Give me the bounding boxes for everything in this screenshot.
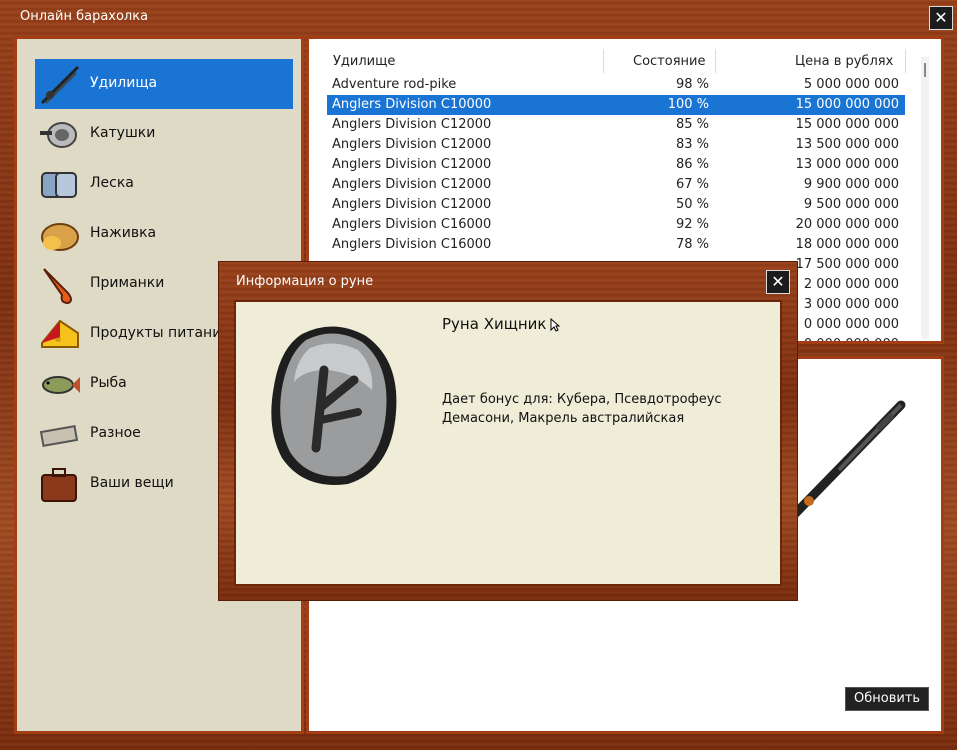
rune-info-dialog: Информация о руне ✕ Руна Хищник Дает бон… — [219, 262, 797, 600]
price-cell: 15 000 000 000 — [795, 97, 899, 112]
category-label: Удилища — [90, 75, 158, 91]
price-cell: 13 000 000 000 — [795, 157, 899, 172]
price-cell: 0 000 000 000 — [804, 337, 899, 341]
price-cell: 17 500 000 000 — [795, 257, 899, 272]
table-row[interactable]: Anglers Division C12000 67 % 9 900 000 000 — [327, 175, 905, 195]
price-cell: 18 000 000 000 — [795, 237, 899, 252]
table-row[interactable]: Anglers Division C12000 50 % 9 500 000 000 — [327, 195, 905, 215]
title-bar[interactable]: Онлайн барахолка ✕ — [0, 0, 957, 34]
condition-cell: 86 % — [675, 157, 709, 172]
condition-cell: 100 % — [667, 97, 709, 112]
dialog-body: Руна Хищник Дает бонус для: Кубера, Псев… — [234, 300, 782, 586]
close-button[interactable]: ✕ — [929, 6, 953, 30]
column-header-price[interactable]: Цена в рублях — [795, 54, 893, 69]
price-cell: 20 000 000 000 — [795, 217, 899, 232]
rune-bonus-text: Дает бонус для: Кубера, Псевдотрофеус Де… — [442, 392, 722, 426]
condition-cell: 67 % — [675, 177, 709, 192]
close-icon: ✕ — [934, 8, 948, 27]
dialog-title: Информация о руне — [236, 274, 374, 289]
rod-name-cell: Anglers Division C12000 — [332, 137, 492, 152]
category-label: Приманки — [90, 275, 165, 291]
table-row[interactable]: Anglers Division C10000 100 % 15 000 000 0… — [327, 95, 905, 115]
close-icon: ✕ — [771, 272, 785, 291]
rod-name-cell: Anglers Division C16000 — [332, 237, 492, 252]
cheese-icon — [41, 319, 79, 348]
table-row[interactable]: Anglers Division C16000 78 % 18 000 000 00… — [327, 235, 905, 255]
condition-cell: 85 % — [675, 117, 709, 132]
condition-cell: 92 % — [675, 217, 709, 232]
price-cell: 13 500 000 000 — [795, 137, 899, 152]
table-row[interactable]: Anglers Division C12000 86 % 13 000 000 00… — [327, 155, 905, 175]
category-label: Рыба — [90, 375, 127, 391]
price-cell: 15 000 000 000 — [795, 117, 899, 132]
category-reels[interactable]: Катушки — [35, 109, 293, 159]
category-label: Разное — [90, 425, 141, 441]
rod-name-cell: Anglers Division C16000 — [332, 217, 492, 232]
column-header-rod[interactable]: Удилище — [333, 54, 395, 69]
scrollbar-thumb[interactable] — [924, 63, 926, 77]
table-row[interactable]: Anglers Division C16000 92 % 20 000 000 00… — [327, 215, 905, 235]
table-row[interactable]: Anglers Division C12000 83 % 13 500 000 00… — [327, 135, 905, 155]
category-line[interactable]: Леска — [35, 159, 293, 209]
rod-name-cell: Anglers Division C12000 — [332, 117, 492, 132]
rune-name: Руна Хищник — [442, 315, 547, 333]
category-label: Ваши вещи — [90, 475, 174, 491]
scrollbar[interactable] — [921, 57, 929, 339]
market-window: Онлайн барахолка ✕ Удилища Катушки Леска… — [0, 0, 957, 750]
rod-name-cell: Anglers Division C12000 — [332, 197, 492, 212]
window-title: Онлайн барахолка — [20, 9, 149, 24]
condition-cell: 78 % — [675, 237, 709, 252]
briefcase-icon — [41, 468, 77, 502]
condition-cell: 50 % — [675, 197, 709, 212]
fish-icon — [42, 376, 80, 394]
dialog-close-button[interactable]: ✕ — [766, 270, 790, 294]
misc-icon — [39, 424, 79, 448]
fishing-line-icon — [41, 172, 77, 198]
price-cell: 3 000 000 000 — [803, 297, 899, 312]
category-label: Продукты питания — [90, 325, 230, 341]
refresh-button[interactable]: Обновить — [845, 687, 930, 711]
table-row[interactable]: Anglers Division C12000 85 % 15 000 000 00… — [327, 115, 905, 135]
column-header-condition[interactable]: Состояние — [633, 54, 705, 69]
rod-name-cell: Anglers Division C12000 — [332, 177, 492, 192]
price-cell: 9 900 000 000 — [803, 177, 899, 192]
rod-name-cell: Adventure rod-pike — [332, 77, 457, 92]
category-label: Наживка — [90, 225, 157, 241]
lure-icon — [43, 268, 72, 305]
table-row[interactable]: Adventure rod-pike 98 % 5 000 000 000 — [327, 75, 905, 95]
column-divider — [715, 49, 716, 73]
condition-cell: 98 % — [675, 77, 709, 92]
price-cell: 5 000 000 000 — [803, 77, 899, 92]
price-cell: 2 000 000 000 — [803, 277, 899, 292]
category-rods[interactable]: Удилища — [35, 59, 293, 109]
condition-cell: 83 % — [675, 137, 709, 152]
column-divider — [603, 49, 604, 73]
bait-icon — [41, 223, 79, 251]
reel-icon — [40, 122, 77, 148]
rod-name-cell: Anglers Division C10000 — [332, 97, 492, 112]
fishing-rod-icon — [40, 65, 80, 105]
rod-preview-image — [784, 400, 906, 525]
price-cell: 0 000 000 000 — [803, 317, 899, 332]
category-label: Леска — [90, 175, 134, 191]
category-bait[interactable]: Наживка — [35, 209, 293, 259]
rune-stone-icon — [271, 326, 397, 485]
price-cell: 9 500 000 000 — [803, 197, 899, 212]
category-label: Катушки — [90, 125, 156, 141]
rod-name-cell: Anglers Division C12000 — [332, 157, 492, 172]
mouse-cursor-icon — [550, 318, 560, 332]
column-divider — [905, 49, 906, 73]
